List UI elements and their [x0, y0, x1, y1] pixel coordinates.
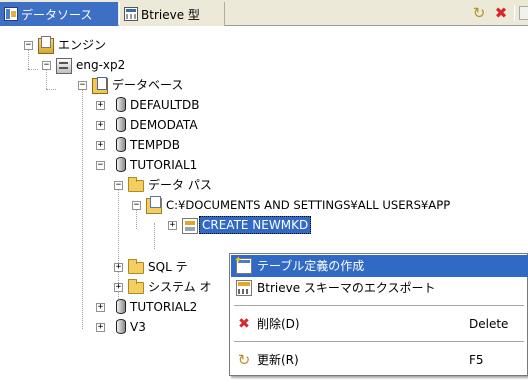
- delete-icon: ✖: [238, 316, 250, 332]
- menu-item-refresh[interactable]: ↻ 更新(R) F5: [231, 349, 528, 371]
- refresh-icon: ↻: [237, 351, 251, 369]
- engine-group-icon: [38, 36, 54, 54]
- delete-icon: ✖: [494, 4, 508, 22]
- databases-icon: [92, 77, 108, 94]
- tree-label-db: TUTORIAL1: [130, 158, 198, 172]
- tree-node-path-value[interactable]: − C:¥DOCUMENTS AND SETTINGS¥ALL USERS¥AP…: [0, 195, 528, 215]
- tab-datasource[interactable]: データソース: [0, 2, 118, 26]
- tree-label-db: V3: [130, 320, 146, 334]
- menu-separator: [234, 341, 524, 342]
- expand-icon[interactable]: +: [96, 303, 105, 312]
- tab-btrieve[interactable]: Btrieve 型: [119, 2, 225, 26]
- folder-icon: [128, 279, 144, 294]
- tree-label-db: TUTORIAL2: [130, 300, 198, 314]
- tab-btrieve-label: Btrieve 型: [141, 7, 200, 22]
- menu-item-create-table[interactable]: テーブル定義の作成: [231, 253, 528, 277]
- database-icon: [116, 299, 126, 314]
- refresh-icon: ↻: [472, 4, 486, 22]
- menu-label-delete: 削除(D): [257, 317, 300, 331]
- expand-icon[interactable]: +: [114, 263, 123, 272]
- database-icon: [116, 157, 126, 172]
- collapse-icon[interactable]: −: [42, 61, 51, 70]
- tree-node-db-tutorial2[interactable]: + TUTORIAL2: [0, 297, 229, 317]
- menu-label-create-table: テーブル定義の作成: [257, 259, 365, 273]
- collapse-icon[interactable]: −: [24, 41, 33, 50]
- folder-icon: [128, 259, 144, 274]
- btrieve-icon: [124, 7, 138, 21]
- table-tool-icon[interactable]: [519, 6, 528, 20]
- tree-label-db: DEFAULTDB: [130, 98, 200, 112]
- tree-label-dictionary-item: CREATE NEWMKD: [199, 216, 312, 234]
- expand-icon[interactable]: +: [168, 221, 177, 230]
- expand-icon[interactable]: +: [96, 323, 105, 332]
- refresh-button[interactable]: ↻: [470, 4, 488, 22]
- tree-node-databases[interactable]: − データベース: [0, 75, 200, 95]
- tree-node-sql-folder[interactable]: + SQL テ: [0, 257, 229, 277]
- expand-icon[interactable]: +: [96, 141, 105, 150]
- database-icon: [116, 117, 126, 132]
- tab-datasource-label: データソース: [21, 7, 93, 22]
- tree-node-db-defaultdb[interactable]: + DEFAULTDB: [0, 95, 220, 115]
- tree-label-engines: エンジン: [58, 38, 107, 52]
- expand-icon[interactable]: +: [96, 121, 105, 130]
- dictionary-file-icon: [182, 218, 198, 234]
- tree-node-db-v3[interactable]: + V3: [0, 317, 229, 337]
- tree-label-databases: データベース: [112, 78, 184, 92]
- server-icon: [56, 58, 72, 74]
- tree-node-db-tempdb[interactable]: + TEMPDB: [0, 135, 220, 155]
- delete-button[interactable]: ✖: [492, 4, 510, 22]
- database-icon: [116, 137, 126, 152]
- data-path-icon: [146, 196, 162, 214]
- menu-shortcut-delete: Delete: [469, 317, 509, 331]
- menu-label-refresh: 更新(R): [257, 353, 299, 367]
- menu-shortcut-refresh: F5: [469, 353, 484, 367]
- tree-node-engines[interactable]: − エンジン: [0, 35, 200, 55]
- menu-label-export-schema: Btrieve スキーマのエクスポート: [257, 281, 436, 295]
- tree-node-data-path[interactable]: − データ パス: [0, 175, 220, 195]
- collapse-icon[interactable]: −: [78, 81, 87, 90]
- collapse-icon[interactable]: −: [114, 181, 123, 190]
- collapse-icon[interactable]: −: [96, 161, 105, 170]
- context-menu: テーブル定義の作成 Btrieve スキーマのエクスポート ✖ 削除(D) De…: [229, 253, 528, 376]
- view-tab-bar: データソース Btrieve 型 ↻ ✖: [0, 0, 528, 26]
- tree-label-system-folder: システム オ: [148, 280, 212, 294]
- tree-node-server[interactable]: − eng-xp2: [0, 55, 200, 75]
- tree-label-path: C:¥DOCUMENTS AND SETTINGS¥ALL USERS¥APP: [166, 198, 451, 212]
- tree-label-server: eng-xp2: [76, 58, 126, 72]
- expand-icon[interactable]: +: [96, 101, 105, 110]
- tree-label-db: TEMPDB: [130, 138, 180, 152]
- tree-node-dictionary-item[interactable]: + CREATE NEWMKD: [0, 215, 312, 235]
- tree-node-db-tutorial1[interactable]: − TUTORIAL1: [0, 155, 220, 175]
- tree-node-db-demodata[interactable]: + DEMODATA: [0, 115, 220, 135]
- tree-label-data-path: データ パス: [148, 178, 212, 192]
- tree-label-db: DEMODATA: [130, 118, 198, 132]
- menu-separator: [234, 305, 524, 306]
- database-icon: [116, 97, 126, 112]
- toolbar-separator: [514, 5, 515, 21]
- tree-label-sql-folder: SQL テ: [148, 260, 188, 274]
- export-schema-icon: [236, 280, 252, 296]
- database-icon: [116, 319, 126, 334]
- expand-icon[interactable]: +: [114, 283, 123, 292]
- datasource-icon: [4, 7, 18, 21]
- folder-icon: [128, 177, 144, 192]
- menu-item-export-schema[interactable]: Btrieve スキーマのエクスポート: [231, 277, 528, 299]
- menu-item-delete[interactable]: ✖ 削除(D) Delete: [231, 313, 528, 335]
- collapse-icon[interactable]: −: [132, 201, 141, 210]
- tree-node-system-folder[interactable]: + システム オ: [0, 277, 229, 297]
- create-table-icon: [234, 253, 252, 274]
